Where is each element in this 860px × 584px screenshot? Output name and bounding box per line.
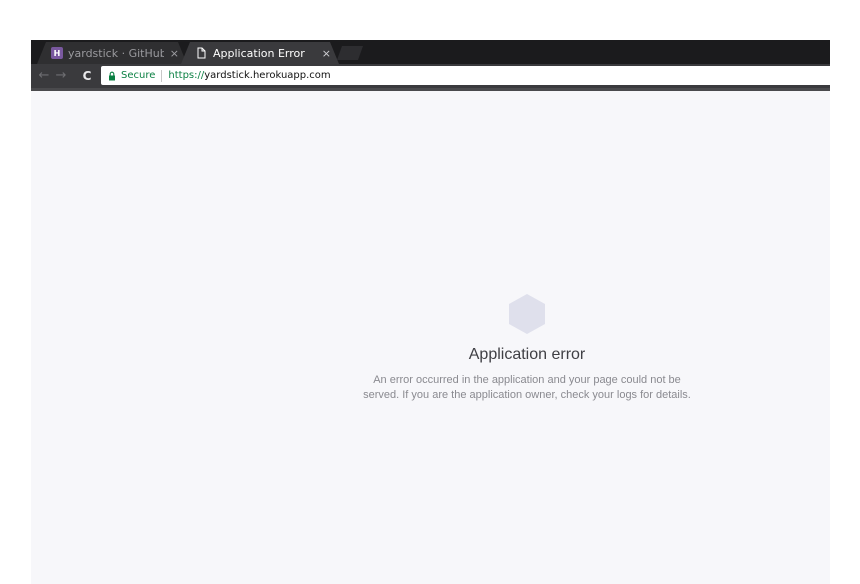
error-message-line: served. If you are the application owner…	[363, 389, 691, 401]
url-scheme: https://	[168, 70, 205, 81]
hexagon-icon	[509, 294, 545, 334]
browser-toolbar: ← → C Secure https:// yardstick.herokuap…	[31, 64, 830, 91]
forward-arrow-icon[interactable]: →	[53, 67, 69, 85]
document-icon	[195, 47, 207, 59]
tab-close-icon[interactable]: ×	[322, 47, 331, 60]
browser-window: H yardstick · GitHub | × Application Err…	[31, 40, 830, 584]
heroku-favicon-icon: H	[51, 47, 63, 59]
page-content: Application error An error occurred in t…	[31, 91, 830, 584]
error-message-line: An error occurred in the application and…	[373, 374, 681, 386]
omnibox-divider	[161, 69, 163, 82]
tab-title: Application Error	[213, 46, 305, 60]
tab-application-error[interactable]: Application Error ×	[181, 42, 339, 64]
back-arrow-icon[interactable]: ←	[36, 67, 52, 85]
reload-icon[interactable]: C	[79, 67, 95, 85]
error-block: Application error An error occurred in t…	[331, 293, 723, 403]
tab-yardstick-github[interactable]: H yardstick · GitHub | ×	[37, 42, 187, 64]
new-tab-button[interactable]	[337, 46, 363, 60]
tab-title: yardstick · GitHub |	[68, 46, 164, 60]
tab-close-icon[interactable]: ×	[170, 47, 179, 60]
tab-strip: H yardstick · GitHub | × Application Err…	[31, 40, 830, 64]
error-message: An error occurred in the application and…	[331, 373, 723, 403]
url-host: yardstick.herokuapp.com	[204, 70, 331, 81]
address-bar[interactable]: Secure https:// yardstick.herokuapp.com	[101, 66, 830, 85]
lock-icon	[109, 71, 115, 80]
error-title: Application error	[468, 346, 586, 363]
secure-label: Secure	[121, 70, 156, 81]
